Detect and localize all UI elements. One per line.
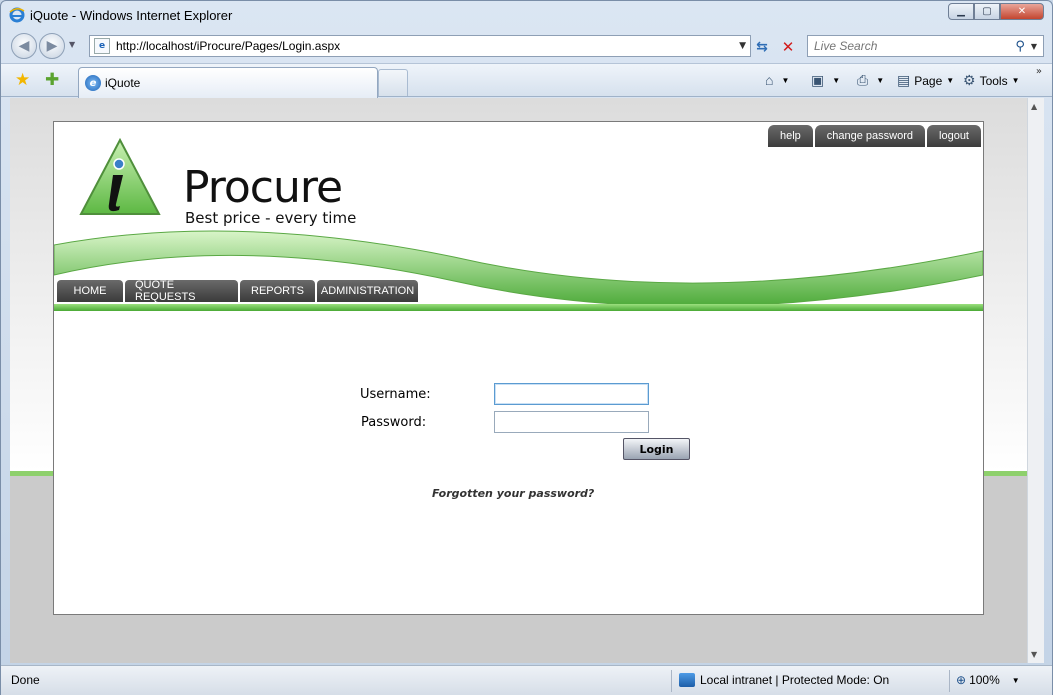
nav-administration[interactable]: ADMINISTRATION [317,280,418,302]
back-button[interactable]: ◀ [11,33,37,59]
site-header: help change password logout Procure Best… [54,122,983,313]
stop-icon[interactable]: ✕ [779,38,797,56]
page-container: help change password logout Procure Best… [53,121,984,615]
username-label: Username: [360,387,431,402]
main-nav: HOME QUOTE REQUESTS REPORTS ADMINISTRATI… [57,279,418,303]
page-menu-label: Page [914,73,943,88]
search-icon[interactable]: ⚲ [1015,39,1025,54]
nav-reports[interactable]: REPORTS [240,280,315,302]
gear-icon: ⚙ [963,72,976,88]
print-icon: ⎙ [857,72,869,88]
brand-name: Procure [183,162,343,213]
help-link[interactable]: help [767,125,813,147]
address-row: ◀ ▶ ▼ e http://localhost/iProcure/Pages/… [1,31,1052,61]
site-logo: Procure Best price - every time [79,137,379,227]
page-menu[interactable]: ▤ Page ▼ [897,72,954,89]
username-input[interactable] [494,383,649,405]
home-button[interactable]: ⌂ ▼ [765,72,789,88]
security-zone-label: Local intranet | Protected Mode: On [700,673,890,687]
ie-logo-icon [9,7,25,23]
tab-ie-icon: e [85,75,101,91]
print-button[interactable]: ⎙ ▼ [857,72,884,89]
home-icon: ⌂ [765,72,774,88]
tools-menu[interactable]: ⚙ Tools ▼ [963,72,1020,89]
zoom-control[interactable]: ⊕ 100% ▼ [956,673,1020,687]
rss-icon: ▣ [811,72,825,88]
recent-pages-dropdown[interactable]: ▼ [69,40,75,49]
page-menu-icon: ▤ [897,72,911,88]
minimize-button[interactable]: ▁ [948,3,974,20]
change-password-link[interactable]: change password [814,125,926,147]
status-text: Done [11,673,40,687]
nav-home[interactable]: HOME [57,280,123,302]
zoom-level: 100% [969,673,1000,687]
search-input[interactable] [814,39,1016,53]
page-icon: e [94,38,110,54]
login-button[interactable]: Login [623,438,690,460]
address-url[interactable]: http://localhost/iProcure/Pages/Login.as… [116,39,739,53]
favorites-star-icon[interactable]: ★ [15,70,30,90]
zoom-icon: ⊕ [956,673,967,687]
maximize-button[interactable]: ▢ [974,3,1000,20]
zoom-dropdown-icon[interactable]: ▼ [1012,676,1020,685]
address-bar[interactable]: e http://localhost/iProcure/Pages/Login.… [89,35,751,57]
forgot-password-link[interactable]: Forgotten your password? [432,487,594,500]
logout-link[interactable]: logout [927,125,981,147]
title-bar: iQuote - Windows Internet Explorer ▁ ▢ ✕ [1,1,1052,29]
scroll-down-icon[interactable]: ▼ [1031,650,1037,659]
nav-green-strip [54,304,983,311]
intranet-icon [679,673,695,687]
tab-iquote[interactable]: e iQuote [78,67,378,98]
top-links: help change password logout [767,125,981,147]
security-zone[interactable]: Local intranet | Protected Mode: On [679,673,889,687]
password-label: Password: [361,415,427,430]
address-dropdown-icon[interactable]: ▼ [739,41,746,51]
search-box[interactable]: ⚲ ▼ [807,35,1044,57]
refresh-icon[interactable]: ⇆ [753,38,771,56]
password-input[interactable] [494,411,649,433]
browser-window: iQuote - Windows Internet Explorer ▁ ▢ ✕… [0,0,1053,695]
logo-triangle-icon [79,137,161,215]
forward-button[interactable]: ▶ [39,33,65,59]
feeds-button[interactable]: ▣ ▼ [811,72,840,89]
tab-command-bar: ★ ✚ e iQuote ⌂ ▼ ▣ ▼ ⎙ ▼ ▤ Page ▼ ⚙ Tools ▼ » [1,63,1052,98]
more-commands-icon[interactable]: » [1036,66,1042,77]
window-title: iQuote - Windows Internet Explorer [30,7,233,23]
scroll-up-icon[interactable]: ▲ [1031,102,1037,111]
search-dropdown-icon[interactable]: ▼ [1031,42,1037,51]
status-bar: Done Local intranet | Protected Mode: On… [1,665,1052,695]
login-form: Username: Password: Login Forgotten your… [54,313,983,614]
close-button[interactable]: ✕ [1000,3,1044,20]
new-tab-button[interactable] [378,69,408,96]
nav-quote-requests[interactable]: QUOTE REQUESTS [125,279,238,303]
tab-label: iQuote [105,76,141,90]
tools-menu-label: Tools [979,73,1008,88]
vertical-scrollbar[interactable]: ▲ ▼ [1027,98,1044,663]
add-favorite-icon[interactable]: ✚ [45,70,59,90]
